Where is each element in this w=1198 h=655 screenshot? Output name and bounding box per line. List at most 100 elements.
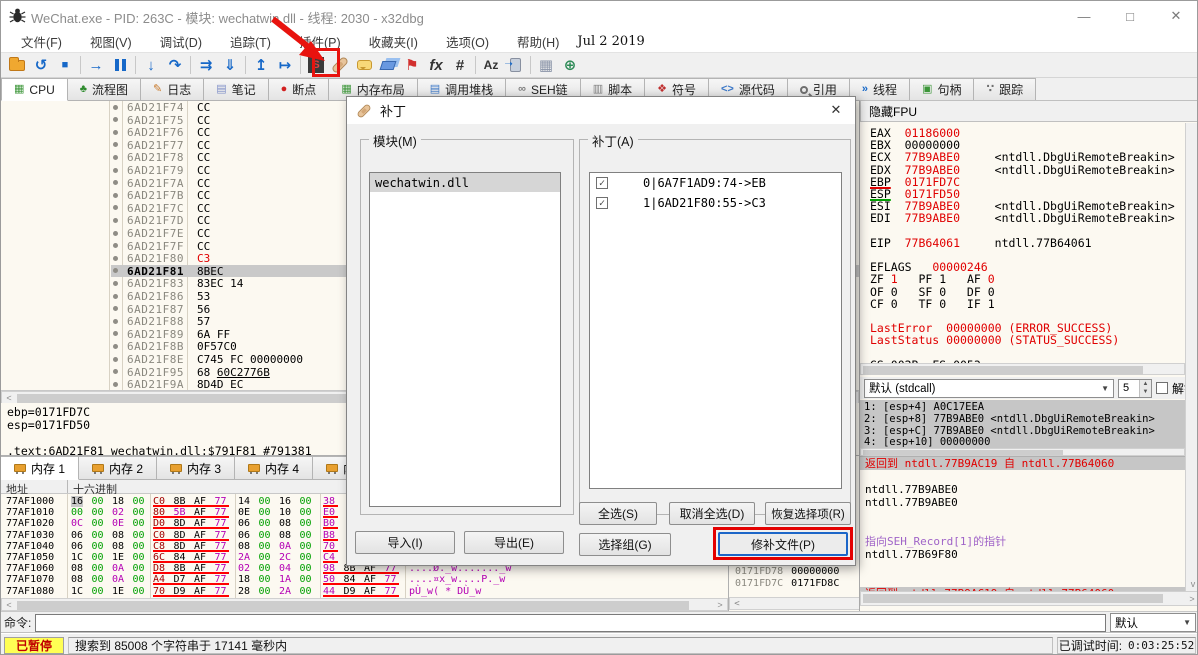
dialog-close-button[interactable]: ✕ (821, 99, 851, 121)
register-line[interactable]: EDI 77B9ABE0 <ntdll.DbgUiRemoteBreakin> (870, 212, 1175, 224)
memory-row[interactable]: 77AF1080 1C 00 1E 00 70 D9 AF 77 28 00 2A 00 44 D9 AF 77… (1, 586, 728, 597)
open-file-icon[interactable] (5, 54, 29, 76)
patch-file-button[interactable]: 修补文件(P) (718, 532, 848, 556)
stack-hscrollbar[interactable]: < (729, 597, 860, 610)
comments-icon[interactable] (352, 54, 376, 76)
bookmarks-icon[interactable]: ⚑ (400, 54, 424, 76)
unlock-checkbox[interactable] (1155, 382, 1168, 394)
call-args-list[interactable]: 1: [esp+4] A0C17EEA 2: [esp+8] 77B9ABE0 <… (860, 400, 1185, 448)
menu-item-2[interactable]: 调试(D) (146, 30, 216, 53)
menu-item-0[interactable]: 文件(F) (7, 30, 76, 53)
memory-hscrollbar[interactable]: < > (1, 598, 728, 611)
breakpoint-dot-icon[interactable] (113, 280, 118, 286)
breakpoint-dot-icon[interactable] (113, 142, 118, 148)
patch-list[interactable]: ✓ 0|6A7F1AD9:74->EB ✓ 1|6AD21F80:55->C3 (589, 172, 842, 489)
scroll-right-icon[interactable]: > (1185, 592, 1197, 605)
module-list[interactable]: wechatwin.dll (369, 172, 561, 507)
breakpoint-dot-icon[interactable] (113, 381, 118, 387)
deselect-all-button[interactable]: 取消全选(D) (669, 502, 755, 525)
stop-icon[interactable]: ■ (53, 54, 77, 76)
breakpoint-dot-icon[interactable] (113, 154, 118, 160)
attach-icon[interactable] (503, 54, 527, 76)
stack-row[interactable]: 0171FD78 00000000 (735, 566, 839, 577)
breakpoint-dot-icon[interactable] (113, 205, 118, 211)
tab-日志[interactable]: ✎ 日志 (140, 78, 205, 101)
info-line[interactable]: ntdll.77B69F80 (860, 548, 1185, 561)
info-line[interactable]: ntdll.77B9ABE0 (860, 496, 1185, 509)
arg-count-stepper[interactable]: 5 ▲ ▼ (1117, 378, 1152, 398)
breakpoint-dot-icon[interactable] (113, 104, 118, 110)
module-list-item[interactable]: wechatwin.dll (370, 173, 560, 192)
restart-icon[interactable]: ↺ (29, 54, 53, 76)
memory-tab-4[interactable]: 内存 4 (235, 456, 314, 480)
hide-fpu-button[interactable]: 隐藏FPU (860, 100, 1197, 122)
scroll-left-icon[interactable]: < (730, 598, 744, 609)
breakpoint-dot-icon[interactable] (113, 243, 118, 249)
breakpoint-dot-icon[interactable] (113, 117, 118, 123)
menu-item-7[interactable]: 帮助(H) (503, 30, 573, 53)
tab-断点[interactable]: ● 断点 (268, 78, 330, 101)
tab-句柄[interactable]: ▣ 句柄 (910, 78, 975, 101)
memory-tab-2[interactable]: 内存 2 (79, 456, 158, 480)
step-out-icon[interactable]: ⇓ (218, 54, 242, 76)
tab-线程[interactable]: » 线程 (849, 78, 911, 101)
registers-hscrollbar[interactable] (860, 363, 1185, 375)
tab-CPU[interactable]: ▦ CPU (1, 78, 68, 101)
info-line[interactable]: 指向SEH_Record[1]的指针 (860, 535, 1185, 548)
scroll-right-icon[interactable]: > (713, 599, 727, 610)
menu-item-3[interactable]: 追踪(T) (216, 30, 285, 53)
scroll-left-icon[interactable]: < (2, 599, 16, 610)
patch-checkbox[interactable]: ✓ (596, 197, 608, 209)
breakpoint-dot-icon[interactable] (113, 180, 118, 186)
dialog-title-bar[interactable]: 补丁 (347, 97, 855, 124)
breakpoint-dot-icon[interactable] (113, 129, 118, 135)
export-button[interactable]: 导出(E) (464, 531, 564, 554)
breakpoint-dot-icon[interactable] (113, 318, 118, 324)
scroll-thumb[interactable] (17, 601, 689, 610)
breakpoint-dot-icon[interactable] (113, 192, 118, 198)
info-hscrollbar[interactable]: > (860, 591, 1197, 606)
execute-till-return-icon[interactable]: ⇉ (194, 54, 218, 76)
breakpoint-dot-icon[interactable] (113, 306, 118, 312)
breakpoint-dot-icon[interactable] (113, 230, 118, 236)
favourites-icon[interactable]: ⊕ (558, 54, 582, 76)
menu-item-6[interactable]: 选项(O) (432, 30, 503, 53)
info-line[interactable]: ntdll.77B9ABE0 (860, 483, 1185, 496)
breakpoint-dot-icon[interactable] (113, 255, 118, 261)
info-line[interactable]: 返回到 ntdll.77B9AC19 自 ntdll.77B64060 (860, 457, 1185, 470)
breakpoint-dot-icon[interactable] (113, 293, 118, 299)
select-all-button[interactable]: 全选(S) (579, 502, 657, 525)
run-to-user-code-icon[interactable]: ↥ (249, 54, 273, 76)
command-input[interactable] (35, 613, 1106, 632)
calling-convention-select[interactable]: 默认 (stdcall) ▼ (864, 378, 1114, 398)
tab-流程图[interactable]: ♣ 流程图 (67, 78, 141, 101)
patterns-icon[interactable]: # (448, 54, 472, 76)
close-button[interactable]: ✕ (1153, 1, 1197, 31)
info-vscrollbar[interactable]: v (1185, 123, 1197, 591)
args-hscrollbar[interactable] (860, 448, 1185, 456)
tab-笔记[interactable]: ▤ 笔记 (204, 78, 269, 101)
tab-跟踪[interactable]: ∵ 跟踪 (974, 78, 1037, 101)
labels-icon[interactable] (376, 54, 400, 76)
pause-icon[interactable] (108, 54, 132, 76)
calculator-icon[interactable]: ▦ (534, 54, 558, 76)
stack-row[interactable]: 0171FD7C 0171FD8C (735, 578, 839, 589)
stack-info-panel[interactable]: 返回到 ntdll.77B9AC19 自 ntdll.77B64060 ntdll… (860, 456, 1185, 591)
breakpoint-dot-icon[interactable] (113, 369, 118, 375)
step-into-user-icon[interactable]: ↦ (273, 54, 297, 76)
menu-item-5[interactable]: 收藏夹(I) (355, 30, 432, 53)
functions-icon[interactable]: fx (424, 54, 448, 76)
breakpoint-dot-icon[interactable] (113, 331, 118, 337)
call-arg-line[interactable]: 2: [esp+8] 77B9ABE0 <ntdll.DbgUiRemoteBr… (864, 413, 1155, 426)
import-button[interactable]: 导入(I) (355, 531, 455, 554)
memory-tab-1[interactable]: 内存 1 (1, 456, 80, 480)
register-line[interactable]: LastStatus 00000000 (STATUS_SUCCESS) (870, 334, 1119, 346)
memory-row[interactable]: 77AF1070 08 00 0A 00 A4 D7 AF 77 18 00 1A 00 50 84 AF 77… (1, 574, 728, 586)
step-over-icon[interactable]: ↷ (163, 54, 187, 76)
call-arg-line[interactable]: 4: [esp+10] 00000000 (864, 437, 990, 448)
breakpoint-dot-icon[interactable] (113, 217, 118, 223)
register-list[interactable]: EAX 01186000 EBX 00000000 ECX 77B9ABE0 <nt… (860, 123, 1185, 363)
pick-groups-button[interactable]: 选择组(G) (579, 533, 671, 556)
menu-item-1[interactable]: 视图(V) (76, 30, 146, 53)
breakpoint-dot-icon[interactable] (113, 167, 118, 173)
